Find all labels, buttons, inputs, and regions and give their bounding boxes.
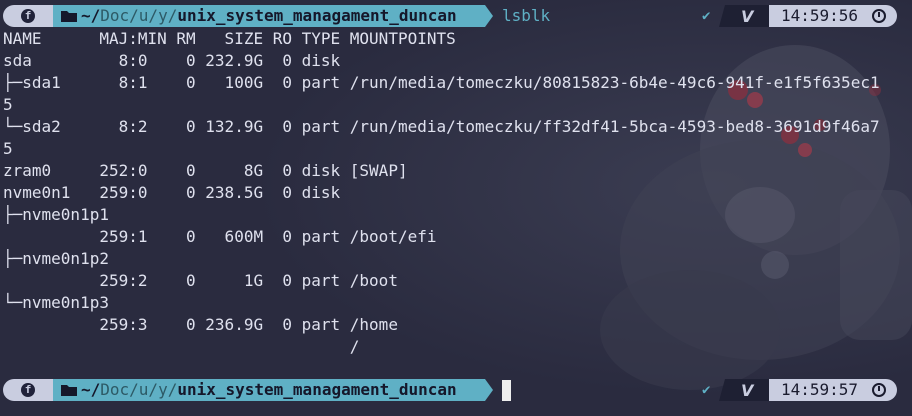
prompt-path-segment: ~/Doc/u/y/unix_system_managament_duncan	[53, 379, 485, 401]
output-line: nvme0n1 259:0 0 238.5G 0 disk	[3, 183, 350, 202]
prompt-os-segment: f	[3, 379, 53, 401]
text-cursor[interactable]	[502, 380, 511, 401]
prompt-separator	[485, 379, 493, 401]
output-line: 5	[3, 95, 13, 114]
shell-prompt: f ~/Doc/u/y/unix_system_managament_dunca…	[0, 379, 912, 401]
current-directory: ~/Doc/u/y/unix_system_managament_duncan	[81, 6, 457, 25]
vim-mode-segment: V	[719, 379, 769, 401]
vim-mode-segment: V	[719, 5, 769, 27]
output-line: 5	[3, 139, 13, 158]
current-directory: ~/Doc/u/y/unix_system_managament_duncan	[81, 380, 457, 399]
clock-icon	[872, 9, 886, 23]
output-line: └─sda2 8:2 0 132.9G 0 part /run/media/to…	[3, 117, 880, 136]
prompt-time: 14:59:56	[781, 6, 859, 25]
prompt-path-segment: ~/Doc/u/y/unix_system_managament_duncan	[53, 5, 485, 27]
output-line: ├─sda1 8:1 0 100G 0 part /run/media/tome…	[3, 73, 880, 92]
output-line: 259:1 0 600M 0 part /boot/efi	[3, 227, 437, 246]
lsblk-output: NAME MAJ:MIN RM SIZE RO TYPE MOUNTPOINTS…	[3, 28, 911, 358]
output-line: NAME MAJ:MIN RM SIZE RO TYPE MOUNTPOINTS	[3, 29, 456, 48]
prompt-time-segment: 14:59:56	[769, 5, 897, 27]
folder-open-icon	[61, 385, 77, 396]
prompt-time: 14:59:57	[781, 380, 859, 399]
output-line: ├─nvme0n1p2	[3, 249, 109, 268]
terminal-window[interactable]: f ~/Doc/u/y/unix_system_managament_dunca…	[0, 0, 912, 416]
fedora-icon: f	[21, 9, 35, 23]
shell-prompt: f ~/Doc/u/y/unix_system_managament_dunca…	[0, 5, 912, 27]
vim-icon: V	[719, 379, 769, 401]
output-line: ├─nvme0n1p1	[3, 205, 109, 224]
check-icon: ✔	[702, 382, 711, 398]
output-line: └─nvme0n1p3	[3, 293, 109, 312]
prompt-time-segment: 14:59:57	[769, 379, 897, 401]
check-icon: ✔	[702, 8, 711, 24]
clock-icon	[872, 383, 886, 397]
prompt-os-segment: f	[3, 5, 53, 27]
output-line: 259:2 0 1G 0 part /boot	[3, 271, 398, 290]
folder-open-icon	[61, 11, 77, 22]
vim-icon: V	[719, 5, 769, 27]
output-line: /	[3, 337, 360, 356]
output-line: sda 8:0 0 232.9G 0 disk	[3, 51, 350, 70]
output-line: 259:3 0 236.9G 0 part /home	[3, 315, 398, 334]
output-line: zram0 252:0 0 8G 0 disk [SWAP]	[3, 161, 408, 180]
prompt-separator	[485, 5, 493, 27]
fedora-icon: f	[21, 383, 35, 397]
typed-command: lsblk	[502, 6, 551, 25]
svg-text:V: V	[741, 381, 755, 400]
svg-text:V: V	[741, 7, 755, 26]
